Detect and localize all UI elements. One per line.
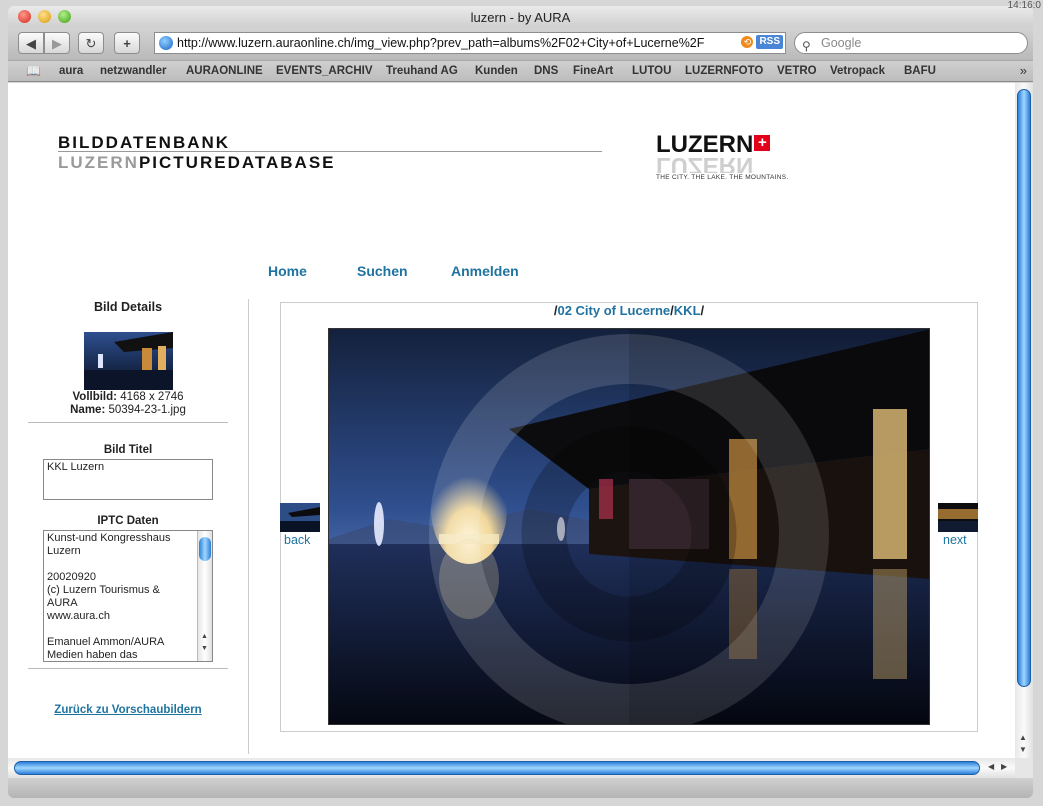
image-thumbnail[interactable] (84, 332, 173, 390)
bookmark-item[interactable]: VETRO (777, 65, 817, 77)
bookmark-item[interactable]: netzwandler (100, 65, 166, 77)
search-placeholder: Google (821, 36, 862, 50)
scroll-left-icon[interactable]: ◀ (988, 762, 994, 771)
iptc-line: 20020920 (47, 571, 96, 583)
bookmark-item[interactable]: BAFU (904, 65, 936, 77)
search-icon: ⚲ (802, 39, 811, 53)
url-field[interactable]: http://www.luzern.auraonline.ch/img_view… (154, 32, 786, 54)
horizontal-scrollbar[interactable]: ◀ ▶ (8, 758, 1015, 778)
name-value: 50394-23-1.jpg (108, 404, 186, 416)
sidebar-divider (28, 422, 228, 423)
breadcrumb-sep: / (700, 303, 705, 318)
iptc-label: IPTC Daten (97, 515, 159, 527)
luzern-logo: LUZERN + LUZERN THE CITY. THE LAKE. THE M… (656, 133, 806, 183)
nav-search[interactable]: Suchen (357, 263, 408, 279)
browser-toolbar: ◀ ▶ ↻ + http://www.luzern.auraonline.ch/… (8, 28, 1033, 60)
url-actions: ⟲ RSS (741, 35, 783, 49)
vollbild-value: 4168 x 2746 (120, 391, 184, 403)
back-to-thumbnails-link[interactable]: Zurück zu Vorschaubildern (28, 704, 228, 716)
next-link[interactable]: next (943, 533, 967, 547)
page-title: BILDDATENBANK (58, 133, 231, 152)
vertical-scrollbar[interactable]: ▲ ▼ (1015, 83, 1033, 758)
iptc-field[interactable]: Kunst-und Kongresshaus Luzern 20020920 (… (43, 530, 213, 662)
name-label: Name: (70, 404, 106, 416)
url-text: http://www.luzern.auraonline.ch/img_view… (177, 36, 705, 50)
window-title: luzern - by AURA (470, 10, 571, 25)
browser-window: luzern - by AURA 14:16:0 ◀ ▶ ↻ + http://… (0, 0, 1043, 806)
sidebar-divider (28, 668, 228, 669)
back-nav-button[interactable]: ◀ (18, 32, 44, 54)
iptc-line: www.aura.ch (47, 610, 110, 622)
scroll-down-icon[interactable]: ▼ (201, 642, 208, 655)
logo-word: LUZERN (656, 131, 754, 158)
iptc-line (47, 623, 196, 636)
logo-tagline: THE CITY. THE LAKE. THE MOUNTAINS. (656, 174, 789, 181)
prev-image-thumbnail[interactable] (280, 503, 320, 532)
bookmark-item[interactable]: AURAONLINE (186, 65, 263, 77)
subtitle-grey: LUZERN (58, 153, 139, 172)
page-subtitle: LUZERNPICTUREDATABASE (58, 153, 336, 173)
vollbild-info: Vollbild: 4168 x 2746 (28, 391, 228, 403)
nav-login[interactable]: Anmelden (451, 263, 519, 279)
bildtitel-label: Bild Titel (103, 444, 153, 456)
bildtitel-value: KKL Luzern (47, 461, 105, 473)
filename-info: Name: 50394-23-1.jpg (28, 404, 228, 416)
bookmarks-bar: 📖 aura netzwandler AURAONLINE EVENTS_ARC… (8, 60, 1033, 82)
breadcrumb-album-link[interactable]: 02 City of Lucerne (557, 303, 670, 318)
web-page: BILDDATENBANK LUZERNPICTUREDATABASE LUZE… (8, 83, 1015, 758)
add-bookmark-button[interactable]: + (114, 32, 140, 54)
bookmark-item[interactable]: FineArt (573, 65, 613, 77)
next-image-thumbnail[interactable] (938, 503, 978, 532)
breadcrumb-sub-link[interactable]: KKL (674, 303, 701, 318)
iptc-line (47, 558, 196, 571)
main-image[interactable] (328, 328, 930, 725)
book-icon[interactable]: 📖 (26, 64, 41, 78)
breadcrumb: /02 City of Lucerne/KKL/ (280, 303, 978, 318)
vollbild-label: Vollbild: (72, 391, 117, 403)
iptc-scroll-thumb[interactable] (199, 537, 211, 561)
logo-reflection: LUZERN (656, 157, 754, 173)
scroll-up-icon[interactable]: ▲ (1019, 733, 1027, 742)
bookmark-item[interactable]: DNS (534, 65, 558, 77)
column-divider (248, 299, 249, 754)
more-bookmarks-icon[interactable]: » (1020, 63, 1027, 78)
window-bottom-bar (8, 778, 1033, 798)
back-link[interactable]: back (284, 533, 310, 547)
menu-clock: 14:16:0 (1007, 0, 1041, 11)
subtitle-black: PICTUREDATABASE (138, 153, 336, 172)
snapback-icon[interactable]: ⟲ (741, 36, 754, 48)
bookmark-item[interactable]: aura (59, 65, 83, 77)
iptc-line: AURA (47, 597, 78, 609)
sidebar-title: Bild Details (93, 300, 163, 314)
forward-nav-button[interactable]: ▶ (44, 32, 70, 54)
rss-button[interactable]: RSS (756, 35, 783, 49)
horizontal-scroll-thumb[interactable] (14, 761, 980, 775)
bookmark-item[interactable]: LUTOU (632, 65, 671, 77)
bildtitel-field[interactable]: KKL Luzern (43, 459, 213, 500)
bookmark-item[interactable]: Kunden (475, 65, 518, 77)
iptc-line: (c) Luzern Tourismus & (47, 584, 160, 596)
search-input[interactable]: ⚲ Google (794, 32, 1028, 54)
bookmark-item[interactable]: Vetropack (830, 65, 885, 77)
iptc-line: Medien haben das (47, 649, 138, 661)
bookmark-item[interactable]: LUZERNFOTO (685, 65, 763, 77)
resize-corner[interactable] (1015, 758, 1033, 778)
header-divider (58, 151, 602, 152)
title-bar: luzern - by AURA (8, 6, 1033, 28)
iptc-line: Emanuel Ammon/AURA (47, 636, 165, 648)
nav-home[interactable]: Home (268, 263, 307, 279)
bookmark-item[interactable]: EVENTS_ARCHIV (276, 65, 373, 77)
iptc-scrollbar[interactable]: ▲ ▼ (197, 531, 212, 661)
bookmark-item[interactable]: Treuhand AG (386, 65, 458, 77)
reload-button[interactable]: ↻ (78, 32, 104, 54)
iptc-line: Kunst-und Kongresshaus (47, 532, 171, 544)
swiss-cross-icon: + (754, 135, 771, 151)
scroll-down-icon[interactable]: ▼ (1019, 745, 1027, 754)
vertical-scroll-thumb[interactable] (1017, 89, 1031, 687)
scroll-right-icon[interactable]: ▶ (1001, 762, 1007, 771)
globe-icon (159, 36, 173, 50)
iptc-line: Luzern (47, 545, 81, 557)
